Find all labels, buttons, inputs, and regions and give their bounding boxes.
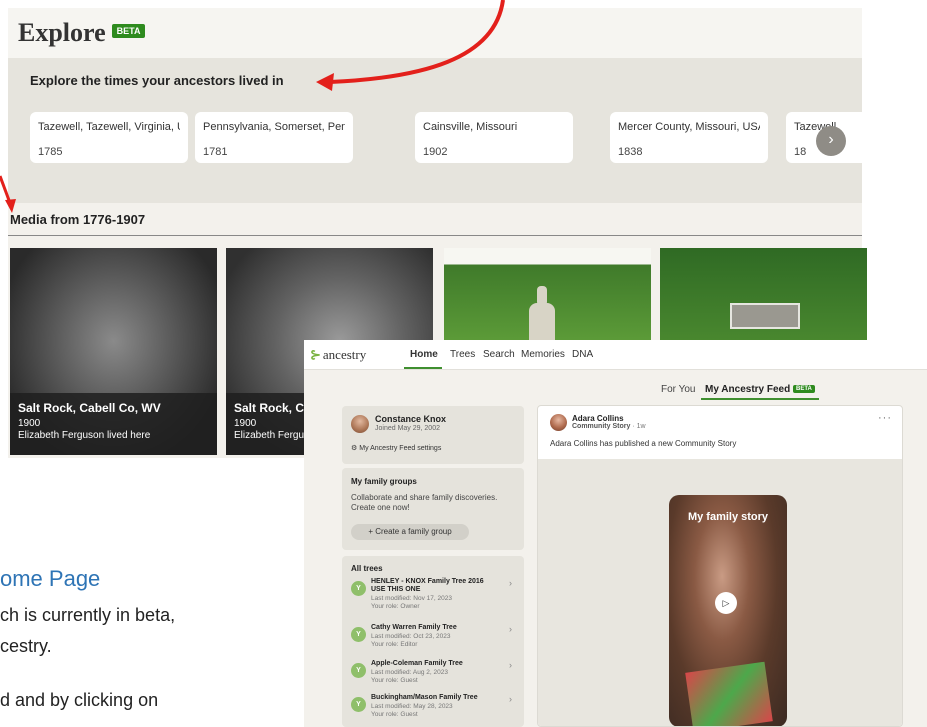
media-year: 1900 [18,418,41,429]
tree-modified: Last modified: May 28, 2023 [371,703,453,710]
feed-post-type: Community Story · 1w [572,423,646,430]
tree-icon: Y [351,627,366,642]
tree-modified: Last modified: Oct 23, 2023 [371,633,451,640]
ancestry-home-screenshot: ⊱ ancestry Home Trees Search Memories DNA… [304,340,927,727]
tree-name: Cathy Warren Family Tree [371,624,457,631]
place-name: Cainsville, Missouri [423,121,518,133]
nav-trees[interactable]: Trees [450,349,475,360]
tree-modified: Last modified: Aug 2, 2023 [371,669,448,676]
tree-role: Your role: Editor [371,641,418,648]
family-groups-panel: My family groups Collaborate and share f… [342,468,524,550]
media-divider [8,235,862,236]
explore-title: Explore BETA [18,18,146,48]
nav-home[interactable]: Home [410,349,438,360]
chevron-right-icon[interactable]: › [816,126,846,156]
place-year: 1785 [38,146,63,158]
play-icon[interactable]: ▷ [715,592,737,614]
feed-card[interactable]: Adara Collins Community Story · 1w ··· A… [537,405,903,727]
feed-subtabs: For You My Ancestry Feed BETA [304,380,927,400]
place-card[interactable]: Cainsville, Missouri 1902 [415,112,573,163]
chevron-right-icon: › [509,578,512,588]
tree-icon: Y [351,581,366,596]
tree-icon: Y [351,663,366,678]
media-subtitle: Elizabeth Ferguson lived here [18,430,151,441]
media-caption: Salt Rock, Cabell Co, WV 1900 Elizabeth … [10,393,217,455]
place-card[interactable]: Mercer County, Missouri, USA 1838 [610,112,768,163]
nav-dna[interactable]: DNA [572,349,593,360]
media-card[interactable]: Salt Rock, Cabell Co, WV 1900 Elizabeth … [10,248,217,455]
beta-badge: BETA [793,385,815,394]
place-name: Pennsylvania, Somerset, Penn... [203,121,345,133]
nav-memories[interactable]: Memories [521,349,565,360]
tree-item[interactable]: Y HENLEY - KNOX Family Tree 2016 USE THI… [351,578,521,622]
tree-item[interactable]: Y Apple-Coleman Family Tree Last modifie… [351,660,521,696]
tree-item[interactable]: Y Buckingham/Mason Family Tree Last modi… [351,694,521,727]
place-card[interactable]: Pennsylvania, Somerset, Penn... 1781 [195,112,353,163]
story-title: My family story [687,511,769,523]
feed-settings-link[interactable]: ⚙ My Ancestry Feed settings [351,444,441,452]
profile-name[interactable]: Constance Knox [375,414,446,424]
place-card[interactable]: Tazewell, Tazewell, Virginia, U... 1785 [30,112,188,163]
tree-role: Your role: Owner [371,603,420,610]
chevron-right-icon: › [509,694,512,704]
create-family-group-button[interactable]: + Create a family group [351,524,469,540]
tree-modified: Last modified: Nov 17, 2023 [371,595,452,602]
doc-line: d and by clicking on [0,690,159,710]
tree-name: Buckingham/Mason Family Tree [371,694,478,701]
tab-for-you[interactable]: For You [661,384,695,395]
grave-marker-image [730,303,800,329]
chevron-right-icon: › [509,624,512,634]
profile-joined: Joined May 29, 2002 [375,425,440,432]
ancestry-logo[interactable]: ⊱ ancestry [310,347,366,363]
beta-badge: BETA [111,24,146,39]
story-video[interactable]: My family story ▷ [669,495,787,726]
tree-role: Your role: Guest [371,677,418,684]
gear-icon: ⚙ [351,445,358,452]
avatar[interactable] [351,415,369,433]
feed-media: My family story ▷ [538,459,902,726]
active-tab-indicator [404,367,442,369]
media-title: Salt Rock, Cabell Co, WV [18,401,161,415]
tree-name: HENLEY - KNOX Family Tree 2016 USE THIS … [371,578,484,593]
times-heading: Explore the times your ancestors lived i… [30,73,284,88]
doc-line: ch is currently in beta, [0,605,176,625]
place-year: 1781 [203,146,228,158]
avatar[interactable] [550,414,567,431]
tab-label: My Ancestry Feed [705,384,791,395]
post-age: · 1w [632,423,646,430]
nav-search[interactable]: Search [483,349,515,360]
place-year: 1902 [423,146,448,158]
all-trees-panel: All trees Y HENLEY - KNOX Family Tree 20… [342,556,524,727]
leaf-icon: ⊱ [310,347,321,362]
explore-title-text: Explore [18,18,106,47]
gift-image [685,661,773,726]
groups-title: My family groups [351,477,417,486]
explore-header: Explore BETA [8,8,862,58]
place-name: Mercer County, Missouri, USA [618,121,760,133]
profile-panel: Constance Knox Joined May 29, 2002 ⚙ My … [342,406,524,464]
tree-icon: Y [351,697,366,712]
tree-role: Your role: Guest [371,711,418,718]
top-nav: ⊱ ancestry Home Trees Search Memories DNA [304,340,927,370]
groups-description: Collaborate and share family discoveries… [351,493,498,512]
place-name: Tazewell, Tazewell, Virginia, U... [38,121,180,133]
tree-name: Apple-Coleman Family Tree [371,660,463,667]
place-year: 1838 [618,146,643,158]
feed-text: Adara Collins has published a new Commun… [550,439,737,448]
doc-line: cestry. [0,636,52,656]
page: Explore BETA Explore the times your ances… [0,0,927,727]
logo-text: ancestry [322,347,367,362]
feed-author-name[interactable]: Adara Collins [572,414,624,423]
doc-heading: ome Page [0,566,101,591]
media-heading: Media from 1776-1907 [10,212,146,227]
tree-item[interactable]: Y Cathy Warren Family Tree Last modified… [351,624,521,660]
more-options-icon[interactable]: ··· [878,412,892,424]
post-type-label: Community Story [572,423,631,430]
trees-title: All trees [351,564,383,573]
active-subtab-indicator [701,398,819,400]
feed-settings-label: My Ancestry Feed settings [359,445,442,452]
chevron-right-icon: › [509,660,512,670]
tab-my-ancestry-feed[interactable]: My Ancestry Feed BETA [705,384,815,395]
times-section: Explore the times your ancestors lived i… [8,58,862,203]
